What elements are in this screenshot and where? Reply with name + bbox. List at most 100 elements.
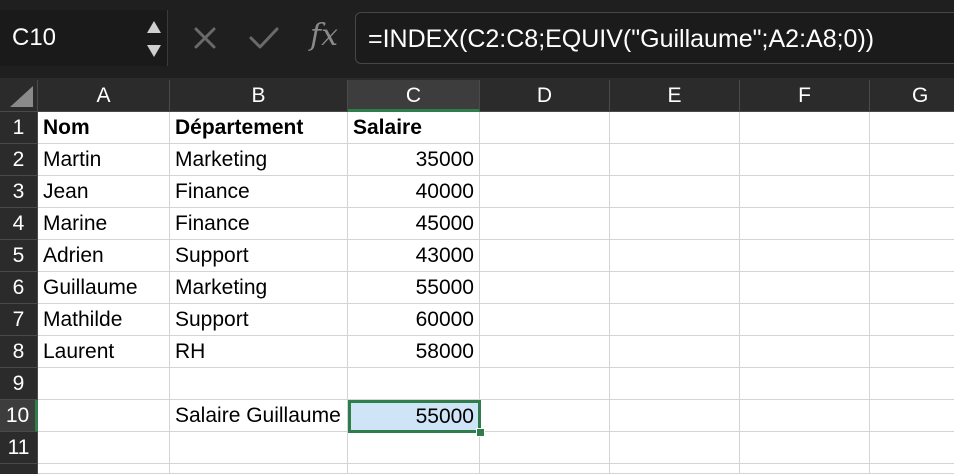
- cell-g7[interactable]: [870, 304, 954, 336]
- row-header-11[interactable]: 11: [0, 432, 38, 464]
- column-header-f[interactable]: F: [740, 80, 870, 112]
- cell-g12[interactable]: [870, 464, 954, 474]
- cell-c11[interactable]: [348, 432, 480, 464]
- row-header-2[interactable]: 2: [0, 144, 38, 176]
- cell-d3[interactable]: [480, 176, 610, 208]
- cell-a11[interactable]: [38, 432, 170, 464]
- cell-a1[interactable]: Nom: [38, 112, 170, 144]
- cell-b12[interactable]: [170, 464, 348, 474]
- cell-e6[interactable]: [610, 272, 740, 304]
- cell-g6[interactable]: [870, 272, 954, 304]
- cell-g2[interactable]: [870, 144, 954, 176]
- name-box-stepper[interactable]: [146, 19, 162, 59]
- name-box[interactable]: C10: [0, 10, 168, 66]
- cell-d9[interactable]: [480, 368, 610, 400]
- cell-a9[interactable]: [38, 368, 170, 400]
- cell-c8[interactable]: 58000: [348, 336, 480, 368]
- cell-f4[interactable]: [740, 208, 870, 240]
- row-header-1[interactable]: 1: [0, 112, 38, 144]
- row-header-6[interactable]: 6: [0, 272, 38, 304]
- cell-d5[interactable]: [480, 240, 610, 272]
- cell-g10[interactable]: [870, 400, 954, 432]
- cell-d11[interactable]: [480, 432, 610, 464]
- column-header-a[interactable]: A: [38, 80, 170, 112]
- cell-c4[interactable]: 45000: [348, 208, 480, 240]
- insert-function-button[interactable]: fx: [310, 18, 338, 53]
- cell-b1[interactable]: Département: [170, 112, 348, 144]
- cell-f8[interactable]: [740, 336, 870, 368]
- cell-d4[interactable]: [480, 208, 610, 240]
- formula-input[interactable]: =INDEX(C2:C8;EQUIV("Guillaume";A2:A8;0)): [355, 12, 954, 64]
- row-header-4[interactable]: 4: [0, 208, 38, 240]
- cell-f10[interactable]: [740, 400, 870, 432]
- row-header-5[interactable]: 5: [0, 240, 38, 272]
- select-all-corner[interactable]: [0, 80, 38, 112]
- cell-a5[interactable]: Adrien: [38, 240, 170, 272]
- cell-a10[interactable]: [38, 400, 170, 432]
- cell-c5[interactable]: 43000: [348, 240, 480, 272]
- cell-g11[interactable]: [870, 432, 954, 464]
- cell-e11[interactable]: [610, 432, 740, 464]
- cell-f11[interactable]: [740, 432, 870, 464]
- cell-g4[interactable]: [870, 208, 954, 240]
- cell-b2[interactable]: Marketing: [170, 144, 348, 176]
- cell-a8[interactable]: Laurent: [38, 336, 170, 368]
- cell-f7[interactable]: [740, 304, 870, 336]
- cell-a7[interactable]: Mathilde: [38, 304, 170, 336]
- cell-b5[interactable]: Support: [170, 240, 348, 272]
- cell-d10[interactable]: [480, 400, 610, 432]
- column-header-c[interactable]: C: [348, 80, 480, 112]
- row-header-7[interactable]: 7: [0, 304, 38, 336]
- cell-d8[interactable]: [480, 336, 610, 368]
- cell-g8[interactable]: [870, 336, 954, 368]
- cell-b11[interactable]: [170, 432, 348, 464]
- cell-b10[interactable]: Salaire Guillaume: [170, 400, 348, 432]
- cell-g9[interactable]: [870, 368, 954, 400]
- cell-d6[interactable]: [480, 272, 610, 304]
- cell-f2[interactable]: [740, 144, 870, 176]
- selected-cell-c10[interactable]: 55000: [348, 400, 481, 433]
- cell-e3[interactable]: [610, 176, 740, 208]
- cell-f6[interactable]: [740, 272, 870, 304]
- cell-f12[interactable]: [740, 464, 870, 474]
- cell-d1[interactable]: [480, 112, 610, 144]
- cell-c3[interactable]: 40000: [348, 176, 480, 208]
- confirm-button[interactable]: [248, 25, 280, 56]
- cell-c6[interactable]: 55000: [348, 272, 480, 304]
- cell-e2[interactable]: [610, 144, 740, 176]
- cell-b7[interactable]: Support: [170, 304, 348, 336]
- cell-d2[interactable]: [480, 144, 610, 176]
- column-header-e[interactable]: E: [610, 80, 740, 112]
- cell-b4[interactable]: Finance: [170, 208, 348, 240]
- cancel-button[interactable]: [192, 25, 218, 56]
- cell-a6[interactable]: Guillaume: [38, 272, 170, 304]
- cell-e10[interactable]: [610, 400, 740, 432]
- cell-f5[interactable]: [740, 240, 870, 272]
- cell-e8[interactable]: [610, 336, 740, 368]
- cell-g3[interactable]: [870, 176, 954, 208]
- row-header-3[interactable]: 3: [0, 176, 38, 208]
- cell-f9[interactable]: [740, 368, 870, 400]
- row-header-9[interactable]: 9: [0, 368, 38, 400]
- cell-f3[interactable]: [740, 176, 870, 208]
- column-header-g[interactable]: G: [870, 80, 954, 112]
- row-header-8[interactable]: 8: [0, 336, 38, 368]
- row-header-10[interactable]: 10: [0, 400, 38, 432]
- cell-e4[interactable]: [610, 208, 740, 240]
- cell-a3[interactable]: Jean: [38, 176, 170, 208]
- cell-g5[interactable]: [870, 240, 954, 272]
- cell-b6[interactable]: Marketing: [170, 272, 348, 304]
- cell-e7[interactable]: [610, 304, 740, 336]
- cell-e12[interactable]: [610, 464, 740, 474]
- cell-a4[interactable]: Marine: [38, 208, 170, 240]
- cell-d12[interactable]: [480, 464, 610, 474]
- cell-a2[interactable]: Martin: [38, 144, 170, 176]
- cell-d7[interactable]: [480, 304, 610, 336]
- cell-e1[interactable]: [610, 112, 740, 144]
- cell-a12[interactable]: [38, 464, 170, 474]
- cell-g1[interactable]: [870, 112, 954, 144]
- cell-b3[interactable]: Finance: [170, 176, 348, 208]
- column-header-d[interactable]: D: [480, 80, 610, 112]
- fill-handle[interactable]: [476, 428, 485, 437]
- cell-c7[interactable]: 60000: [348, 304, 480, 336]
